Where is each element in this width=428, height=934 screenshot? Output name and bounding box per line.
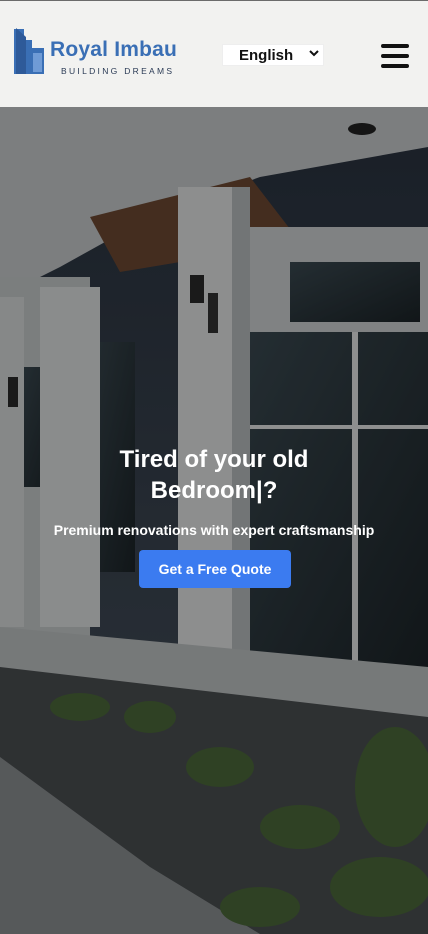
hero-subtitle: Premium renovations with expert craftsma… [53, 522, 375, 538]
hero-title-line-2: Bedroom|? [150, 477, 278, 504]
brand-tagline: BUILDING DREAMS [61, 66, 175, 76]
language-selected-value: English [239, 47, 294, 64]
hero-overlay [0, 107, 428, 934]
hero-section: Tired of your old Bedroom|? Premium reno… [0, 107, 428, 934]
logo[interactable]: Royal Imbau BUILDING DREAMS [14, 28, 194, 78]
hero-title-line-1: Tired of your old [119, 446, 309, 473]
language-select[interactable]: English [222, 44, 324, 66]
hamburger-menu-icon[interactable] [381, 44, 409, 68]
chevron-down-icon [309, 50, 319, 57]
site-header: Royal Imbau BUILDING DREAMS English [0, 1, 428, 107]
building-logo-icon [14, 28, 44, 74]
hero-title: Tired of your old Bedroom|? [0, 444, 428, 506]
brand-name: Royal Imbau [50, 38, 178, 61]
get-free-quote-button[interactable]: Get a Free Quote [139, 550, 291, 588]
